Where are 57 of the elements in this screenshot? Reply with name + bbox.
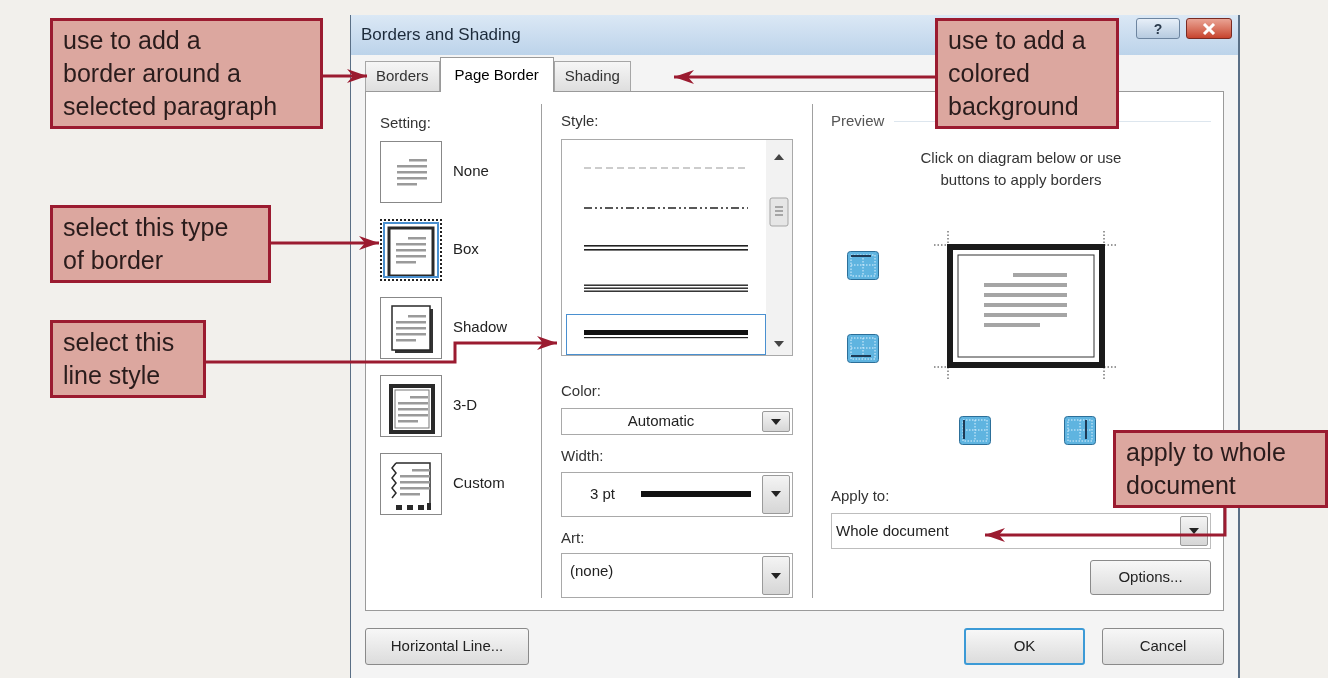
dialog-button[interactable]: OK <box>964 628 1085 665</box>
width-dropdown[interactable]: 3 pt <box>561 471 793 517</box>
caret-icon <box>771 572 781 579</box>
border-toggle-icon[interactable] <box>847 333 879 363</box>
callout: use to add a colored background <box>935 18 1119 129</box>
close-button[interactable] <box>1186 18 1232 39</box>
close-icon <box>1202 22 1216 35</box>
setting-option-label: Shadow <box>453 317 508 338</box>
width-label: Width: <box>561 446 605 467</box>
setting-option-label: Custom <box>453 473 505 494</box>
apply-to-value: Whole document <box>836 520 949 541</box>
window-title: Borders and Shading <box>361 24 521 47</box>
width-value: 3 pt <box>590 484 616 504</box>
art-value: (none) <box>569 561 615 582</box>
caret-icon <box>1189 528 1199 534</box>
dialog-button[interactable]: Cancel <box>1102 628 1224 665</box>
scrollbar[interactable] <box>766 139 792 355</box>
callout: apply to whole document <box>1113 430 1328 508</box>
page-preview-diagram[interactable] <box>934 230 1118 381</box>
setting-option[interactable] <box>380 452 442 515</box>
border-toggle-icon[interactable] <box>959 415 991 445</box>
dialog-button[interactable]: Horizontal Line... <box>365 628 529 665</box>
tab[interactable]: Shading <box>553 61 631 91</box>
tab[interactable]: Page Border <box>439 57 554 92</box>
art-dropdown[interactable]: (none) <box>561 553 793 598</box>
help-button[interactable]: ? <box>1136 18 1180 39</box>
style-list[interactable] <box>561 138 793 356</box>
dropdown-button[interactable] <box>762 411 790 433</box>
setting-option[interactable] <box>380 374 442 437</box>
callout: use to add a border around a selected paragraph <box>50 18 323 129</box>
setting-label: Setting: <box>380 113 432 133</box>
apply-to-label: Apply to: <box>831 485 890 506</box>
caret-icon <box>771 418 781 425</box>
setting-option-label: None <box>453 161 489 182</box>
art-label: Art: <box>561 527 586 548</box>
color-value: Automatic <box>626 411 696 432</box>
setting-option-label: 3-D <box>453 395 478 416</box>
setting-option-label: Box <box>453 239 479 260</box>
dropdown-button[interactable] <box>762 474 790 514</box>
leader-line <box>323 69 367 83</box>
caret-icon <box>771 491 781 498</box>
preview-hint: Click on diagram below or use buttons to apply borders <box>919 147 1123 190</box>
setting-option[interactable] <box>380 218 442 281</box>
setting-option[interactable] <box>380 296 442 359</box>
color-dropdown[interactable]: Automatic <box>561 408 793 436</box>
border-toggle-icon[interactable] <box>1064 415 1096 445</box>
line-style-option[interactable] <box>566 314 766 355</box>
apply-to-dropdown[interactable]: Whole document <box>831 513 1211 549</box>
style-label: Style: <box>561 111 600 131</box>
callout: select this line style <box>50 320 206 398</box>
border-toggle-icon[interactable] <box>847 250 879 280</box>
callout: select this type of border <box>50 205 271 283</box>
options-button[interactable]: Options... <box>1090 560 1211 595</box>
color-label: Color: <box>561 380 602 401</box>
tab[interactable]: Borders <box>365 61 440 91</box>
preview-label: Preview <box>831 111 885 131</box>
dropdown-button[interactable] <box>762 556 790 595</box>
